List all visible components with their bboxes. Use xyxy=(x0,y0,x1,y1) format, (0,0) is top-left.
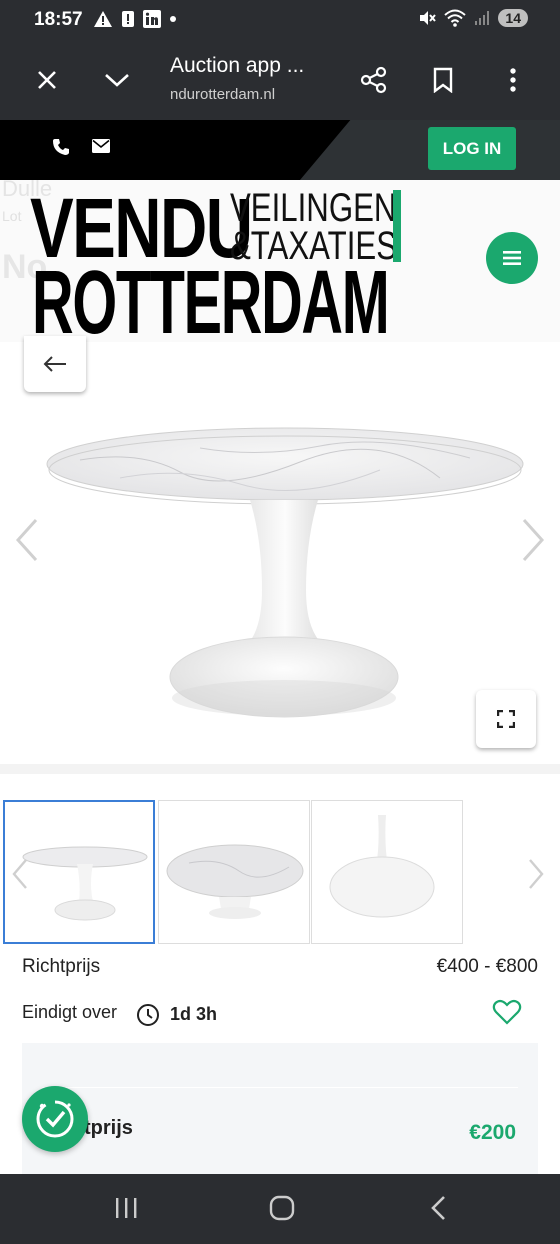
bid-panel-divider xyxy=(42,1087,518,1088)
estimate-row: Richtprijs €400 - €800 xyxy=(22,956,538,978)
thumbnail-3[interactable] xyxy=(311,800,463,944)
signal-icon xyxy=(475,11,490,25)
fullscreen-icon xyxy=(497,710,515,728)
page-title[interactable]: Auction app ... xyxy=(170,54,304,78)
mail-icon[interactable] xyxy=(92,139,110,153)
ends-label: Eindigt over xyxy=(22,1002,118,1022)
system-nav-bar xyxy=(0,1174,560,1244)
thumbnail-next-icon[interactable] xyxy=(526,858,546,890)
bookmark-icon[interactable] xyxy=(425,62,461,98)
heart-icon[interactable] xyxy=(492,998,522,1026)
chevron-down-icon[interactable] xyxy=(99,62,135,98)
ghost-lot: Lot xyxy=(2,208,22,224)
verified-fab[interactable] xyxy=(22,1086,88,1152)
back-button[interactable] xyxy=(24,336,86,392)
menu-button[interactable] xyxy=(486,232,538,284)
bid-value: €200 xyxy=(469,1121,516,1144)
bid-panel: tprijs €200 xyxy=(22,1043,538,1174)
thumbnail-2[interactable] xyxy=(158,800,310,944)
close-icon[interactable] xyxy=(29,62,65,98)
browser-toolbar: Auction app ... ndurotterdam.nl xyxy=(0,40,560,120)
status-bar: 18:57 14 xyxy=(0,0,560,40)
wifi-icon xyxy=(444,9,467,27)
fullscreen-button[interactable] xyxy=(476,690,536,748)
thumbnail-prev-icon[interactable] xyxy=(10,858,30,890)
checkmark-badge-icon xyxy=(36,1100,74,1138)
clock-icon xyxy=(137,1004,159,1026)
mute-icon xyxy=(420,11,437,25)
status-left-icons xyxy=(93,10,177,28)
logo-rotterdam: ROTTERDAM xyxy=(32,253,390,353)
login-button[interactable]: LOG IN xyxy=(428,127,516,170)
thumbnail-strip xyxy=(0,800,560,946)
logo-accent-bar xyxy=(393,190,401,262)
page-url[interactable]: ndurotterdam.nl xyxy=(170,86,275,103)
estimate-value: €400 - €800 xyxy=(436,956,538,977)
dot-icon xyxy=(170,16,176,22)
section-divider xyxy=(0,764,560,774)
arrow-left-icon xyxy=(43,356,66,372)
ends-row: Eindigt over 1d 3h xyxy=(22,999,538,1032)
more-icon[interactable] xyxy=(495,62,531,98)
estimate-label: Richtprijs xyxy=(22,956,101,977)
phone-icon[interactable] xyxy=(52,138,70,156)
recents-icon[interactable] xyxy=(114,1194,138,1222)
bid-label: tprijs xyxy=(84,1117,133,1139)
linkedin-icon xyxy=(143,10,161,28)
share-icon[interactable] xyxy=(356,62,392,98)
battery-badge: 14 xyxy=(498,9,528,27)
ends-value: 1d 3h xyxy=(170,1004,218,1024)
alert-icon xyxy=(122,11,134,27)
warning-icon xyxy=(94,11,112,27)
status-right-icons: 14 xyxy=(418,9,528,27)
back-nav-icon[interactable] xyxy=(428,1194,448,1222)
home-icon[interactable] xyxy=(268,1194,296,1222)
hamburger-icon xyxy=(503,251,521,265)
status-time: 18:57 xyxy=(34,9,83,30)
image-prev-icon[interactable] xyxy=(14,518,40,562)
image-next-icon[interactable] xyxy=(520,518,546,562)
logo-veilingen: VEILINGEN xyxy=(230,186,397,230)
